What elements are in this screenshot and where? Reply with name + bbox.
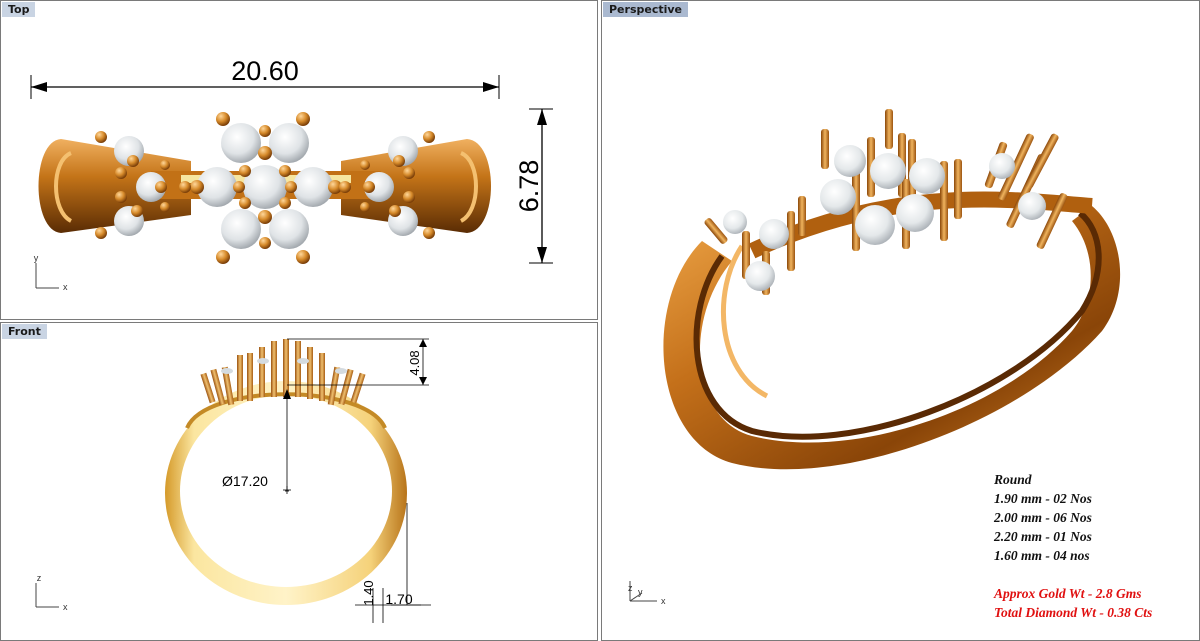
ring-band-perspective <box>663 191 1121 470</box>
stones-perspective <box>723 145 1046 291</box>
ring-front <box>165 381 407 605</box>
svg-text:y: y <box>638 587 643 597</box>
band-width-label: 1.40 <box>361 580 376 605</box>
perspective-view-canvas: z y x <box>628 109 1121 606</box>
svg-text:x: x <box>63 602 68 612</box>
stone-spec-line-2: 2.00 mm - 06 Nos <box>994 510 1092 525</box>
top-viewport[interactable]: Top 20.60 6.78 y x <box>0 0 598 320</box>
ring-diameter-label: Ø17.20 <box>222 473 268 489</box>
svg-text:y: y <box>34 253 39 263</box>
center-flower-top <box>190 112 342 264</box>
width-dimension-label: 20.60 <box>231 56 299 86</box>
front-axis-indicator: z x <box>35 573 68 612</box>
svg-text:z: z <box>628 583 633 593</box>
stone-spec-line-1: 1.90 mm - 02 Nos <box>994 491 1092 506</box>
height-dimension: 6.78 <box>514 108 553 264</box>
perspective-axis-indicator: z y x <box>628 581 666 606</box>
stone-spec-heading: Round <box>994 472 1032 487</box>
perspective-viewport[interactable]: Perspective z y x Round 1.90 mm - 02 Nos… <box>601 0 1200 641</box>
stone-spec-line-3: 2.20 mm - 01 Nos <box>994 529 1092 544</box>
svg-text:x: x <box>661 596 666 606</box>
prong-cluster-front <box>200 339 366 406</box>
stone-spec-line-4: 1.60 mm - 04 nos <box>994 548 1090 563</box>
front-view-canvas: 4.08 Ø17.20 1.70 1.40 z x <box>35 338 431 623</box>
height-dimension-label: 6.78 <box>514 160 544 213</box>
svg-text:z: z <box>37 573 42 583</box>
gold-weight-note: Approx Gold Wt - 2.8 Gms <box>994 586 1142 601</box>
front-viewport[interactable]: Front 4.08 Ø17.20 1.70 1.40 z x <box>0 322 598 641</box>
top-view-canvas: 20.60 6.78 y x <box>30 56 553 292</box>
svg-text:x: x <box>63 282 68 292</box>
band-thickness-label: 1.70 <box>385 591 412 607</box>
width-dimension: 20.60 <box>30 56 500 99</box>
top-axis-indicator: y x <box>34 253 68 292</box>
front-height-label: 4.08 <box>407 350 422 375</box>
diamond-weight-note: Total Diamond Wt - 0.38 Cts <box>994 605 1153 620</box>
